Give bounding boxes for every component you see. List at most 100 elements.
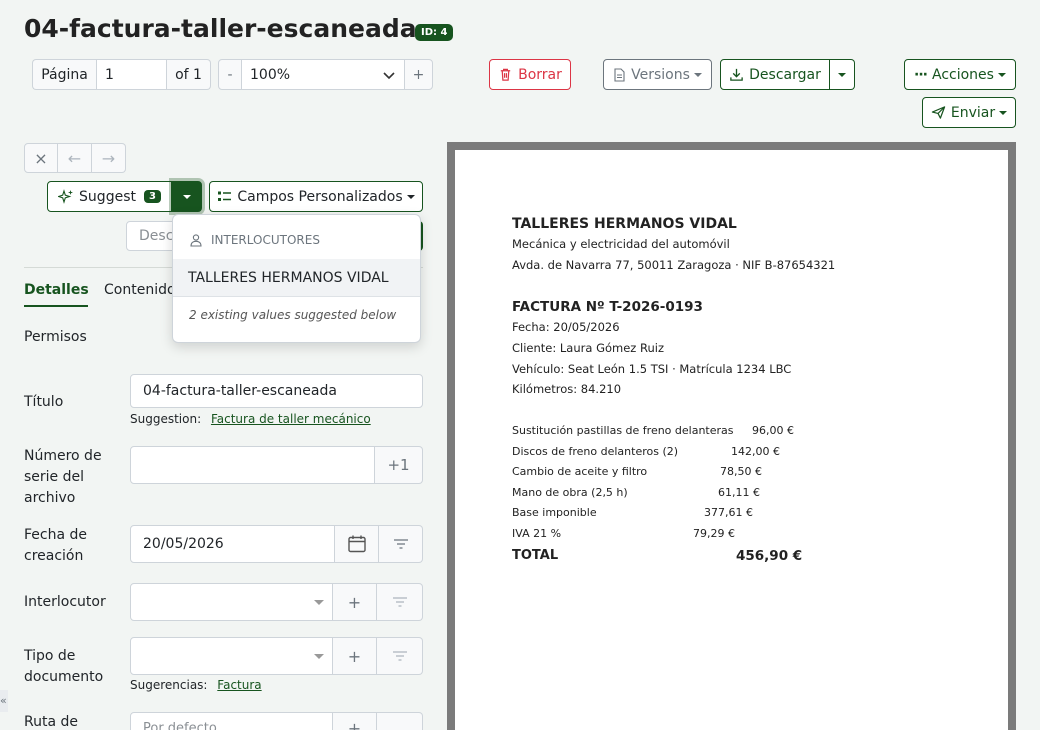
- caret-down-icon: [838, 72, 846, 77]
- doc-line-desc: Cambio de aceite y filtro: [512, 465, 648, 478]
- versions-button[interactable]: Versions: [603, 59, 712, 90]
- download-button[interactable]: Descargar: [720, 59, 830, 90]
- caret-down-icon: [999, 110, 1008, 115]
- storage-path-field: Por defecto +: [130, 712, 423, 730]
- doc-line-desc: Mano de obra (2,5 h): [512, 486, 628, 499]
- dropdown-item-interlocutor[interactable]: TALLERES HERMANOS VIDAL: [173, 259, 420, 296]
- doctype-filter-button[interactable]: [377, 637, 423, 675]
- download-group: Descargar: [720, 59, 855, 90]
- interlocutor-field: +: [130, 583, 423, 621]
- send-icon: [931, 106, 946, 119]
- section-header-label: INTERLOCUTORES: [211, 233, 320, 247]
- serial-increment-button[interactable]: +1: [375, 446, 423, 484]
- doc-company: TALLERES HERMANOS VIDAL: [512, 216, 737, 232]
- sidebar-toggle[interactable]: «: [0, 690, 8, 712]
- suggestion-prefix: Sugerencias:: [130, 678, 208, 692]
- zoom-out-button[interactable]: -: [218, 59, 242, 90]
- file-icon: [614, 67, 625, 82]
- close-button[interactable]: ×: [24, 143, 58, 173]
- storage-path-select[interactable]: Por defecto: [130, 712, 333, 730]
- suggestion-prefix: Suggestion:: [130, 412, 202, 426]
- calendar-icon: [347, 535, 366, 553]
- document-nav: × ← →: [24, 143, 126, 173]
- next-button[interactable]: →: [92, 143, 126, 173]
- suggest-count-badge: 3: [143, 190, 161, 203]
- page-title: 04-factura-taller-escaneada: [24, 14, 417, 43]
- title-input[interactable]: 04-factura-taller-escaneada: [130, 374, 423, 408]
- versions-label: Versions: [631, 66, 690, 83]
- interlocutor-filter-button[interactable]: [377, 583, 423, 621]
- calendar-button[interactable]: [335, 525, 379, 563]
- doc-total-label: TOTAL: [512, 548, 559, 563]
- doc-line-amount: 61,11 €: [718, 486, 760, 499]
- person-icon: [190, 234, 202, 247]
- send-label: Enviar: [950, 104, 996, 121]
- zoom-select[interactable]: 100%: [242, 59, 404, 90]
- zoom-in-button[interactable]: +: [404, 59, 433, 90]
- doc-vehicle: Vehículo: Seat León 1.5 TSI · Matrícula …: [512, 362, 792, 376]
- send-button[interactable]: Enviar: [922, 97, 1016, 128]
- date-field: 20/05/2026: [130, 525, 423, 563]
- delete-button[interactable]: Borrar: [489, 59, 571, 90]
- serial-field: +1: [130, 446, 423, 484]
- suggest-button[interactable]: Suggest 3: [47, 181, 172, 212]
- sparkle-icon: [58, 188, 74, 204]
- storage-path-filter-button[interactable]: [377, 712, 423, 730]
- doctype-suggestion-link[interactable]: Factura: [217, 678, 261, 692]
- doc-line-desc: Discos de freno delanteros (2): [512, 445, 679, 458]
- tab-content[interactable]: Contenido: [104, 282, 176, 298]
- doc-line-desc: Sustitución pastillas de freno delantera…: [512, 424, 734, 437]
- doc-subtitle: Mecánica y electricidad del automóvil: [512, 237, 730, 251]
- list-icon: [218, 191, 232, 201]
- add-doctype-button[interactable]: +: [333, 637, 377, 675]
- doc-date: Fecha: 20/05/2026: [512, 320, 620, 334]
- tab-details[interactable]: Detalles: [24, 282, 89, 298]
- doc-line-amount: 377,61 €: [704, 506, 753, 519]
- title-suggestion: Suggestion: Factura de taller mecánico: [130, 412, 371, 426]
- doc-line-amount: 96,00 €: [752, 424, 794, 437]
- dropdown-section-header: INTERLOCUTORES: [189, 233, 320, 247]
- date-label: Fecha de creación: [24, 527, 87, 564]
- filter-icon: [392, 597, 407, 607]
- serial-label: Número de serie del archivo: [24, 448, 102, 506]
- zoom-control: - 100% +: [218, 59, 433, 90]
- date-filter-button[interactable]: [379, 525, 423, 563]
- doctype-select[interactable]: [130, 637, 333, 675]
- actions-button[interactable]: ··· Acciones: [904, 59, 1016, 90]
- serial-input[interactable]: [130, 446, 375, 484]
- suggest-group: Suggest 3: [47, 181, 202, 212]
- add-interlocutor-button[interactable]: +: [333, 583, 377, 621]
- document-page[interactable]: TALLERES HERMANOS VIDAL Mecánica y elect…: [455, 150, 1008, 730]
- filter-icon: [393, 539, 408, 549]
- interlocutor-select[interactable]: [130, 583, 333, 621]
- caret-down-icon: [183, 194, 191, 199]
- add-storage-path-button[interactable]: +: [333, 712, 377, 730]
- doc-line-desc: IVA 21 %: [512, 527, 562, 540]
- suggest-dropdown-menu: INTERLOCUTORES TALLERES HERMANOS VIDAL 2…: [172, 214, 421, 343]
- suggest-dropdown-toggle[interactable]: [172, 181, 202, 212]
- page-input[interactable]: 1: [96, 59, 167, 90]
- doc-line-amount: 79,29 €: [693, 527, 735, 540]
- doctype-label: Tipo de documento: [24, 648, 104, 685]
- tab-active-indicator: [24, 305, 88, 307]
- doc-line-amount: 78,50 €: [720, 465, 762, 478]
- trash-icon: [500, 68, 511, 81]
- title-label: Título: [24, 394, 64, 410]
- page-navigator: Página 1 of 1: [32, 59, 211, 90]
- title-suggestion-link[interactable]: Factura de taller mecánico: [211, 412, 371, 426]
- zoom-value: 100%: [250, 66, 291, 83]
- doctype-suggestion: Sugerencias: Factura: [130, 678, 262, 692]
- storage-path-label: Ruta de: [24, 714, 78, 730]
- doctype-field: +: [130, 637, 423, 675]
- interlocutor-label: Interlocutor: [24, 594, 106, 610]
- id-badge: ID: 4: [415, 24, 454, 41]
- download-dropdown-toggle[interactable]: [830, 59, 855, 90]
- doc-total-value: 456,90 €: [736, 548, 803, 564]
- previous-button[interactable]: ←: [58, 143, 92, 173]
- date-input[interactable]: 20/05/2026: [130, 525, 335, 563]
- page-label: Página: [32, 59, 96, 90]
- custom-fields-button[interactable]: Campos Personalizados: [209, 181, 423, 212]
- doc-line-amount: 142,00 €: [731, 445, 780, 458]
- doc-client: Cliente: Laura Gómez Ruiz: [512, 341, 664, 355]
- caret-down-icon: [997, 72, 1006, 77]
